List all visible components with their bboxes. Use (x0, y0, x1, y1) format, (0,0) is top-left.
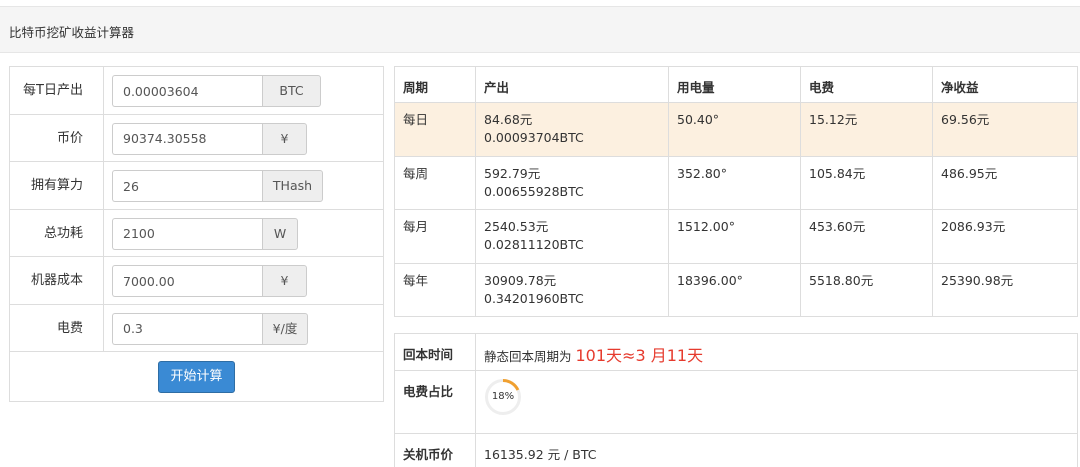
output-btc: 0.02811120BTC (484, 237, 584, 252)
power-usage-cell: 1512.00° (668, 209, 801, 264)
watt-unit-addon: W (262, 217, 298, 250)
column-header-power-usage: 用电量 (668, 66, 801, 103)
payback-label: 回本时间 (394, 333, 476, 371)
net-profit-cell: 69.56元 (932, 102, 1078, 157)
shutdown-price-row: 关机币价 16135.92 元 / BTC (394, 433, 1078, 467)
shutdown-price-label: 关机币价 (394, 433, 476, 467)
output-per-th-label: 每T日产出 (10, 67, 104, 114)
power-label: 总功耗 (10, 209, 104, 256)
fee-ratio-row: 电费占比 18% (394, 370, 1078, 434)
btc-unit-addon: BTC (262, 75, 321, 107)
period-cell: 每周 (394, 155, 476, 210)
period-cell: 每月 (394, 209, 476, 264)
summary-table: 回本时间 静态回本周期为 101天≈3 月11天 电费占比 18% 关机币价 1… (394, 333, 1078, 467)
hashrate-label: 拥有算力 (10, 162, 104, 209)
net-profit-cell: 486.95元 (932, 155, 1078, 210)
output-cell: 592.79元 0.00655928BTC (475, 155, 669, 210)
column-header-electricity-fee: 电费 (800, 66, 933, 103)
output-cell: 2540.53元 0.02811120BTC (475, 209, 669, 264)
output-btc: 0.34201960BTC (484, 290, 584, 306)
table-row: 每年 30909.78元 0.34201960BTC 18396.00° 5518… (394, 262, 1078, 317)
form-row-hashrate: 拥有算力 THash (10, 162, 383, 210)
payback-row: 回本时间 静态回本周期为 101天≈3 月11天 (394, 333, 1078, 371)
output-cny: 2540.53元 (484, 219, 549, 234)
fee-ratio-label: 电费占比 (394, 370, 476, 434)
yuan-per-kwh-unit-addon: ¥/度 (262, 312, 308, 345)
output-cell: 84.68元 0.00093704BTC (475, 102, 669, 157)
table-row: 每日 84.68元 0.00093704BTC 50.40° 15.12元 69.… (394, 102, 1078, 157)
coin-price-input[interactable] (112, 122, 262, 155)
table-row: 每周 592.79元 0.00655928BTC 352.80° 105.84元 … (394, 155, 1078, 210)
period-cell: 每日 (394, 102, 476, 157)
results-table: 周期 产出 用电量 电费 净收益 每日 84.68元 0.00093704BTC … (394, 66, 1078, 317)
power-input[interactable] (112, 217, 262, 250)
machine-cost-label: 机器成本 (10, 257, 104, 304)
form-row-electricity-price: 电费 ¥/度 (10, 304, 383, 352)
electricity-price-input[interactable] (112, 312, 262, 345)
column-header-net-profit: 净收益 (932, 66, 1078, 103)
output-cny: 30909.78元 (484, 272, 557, 288)
coin-price-label: 币价 (10, 114, 104, 161)
form-row-coin-price: 币价 ¥ (10, 114, 383, 162)
form-row-machine-cost: 机器成本 ¥ (10, 257, 383, 305)
output-cny: 84.68元 (484, 112, 533, 127)
column-header-output: 产出 (475, 66, 669, 103)
form-row-power: 总功耗 W (10, 209, 383, 257)
form-row-output-per-th: 每T日产出 BTC (10, 67, 383, 115)
fee-ratio-donut: 18% (484, 378, 522, 416)
output-btc: 0.00655928BTC (484, 183, 584, 199)
output-cell: 30909.78元 0.34201960BTC (475, 262, 669, 317)
power-usage-cell: 352.80° (668, 155, 801, 210)
output-btc: 0.00093704BTC (484, 130, 584, 145)
net-profit-cell: 25390.98元 (932, 262, 1078, 317)
results-header-row: 周期 产出 用电量 电费 净收益 (394, 66, 1078, 103)
yuan-unit-addon: ¥ (262, 122, 307, 155)
payback-prefix: 静态回本周期为 (484, 349, 572, 364)
hashrate-input[interactable] (112, 170, 262, 202)
page-header: 比特币挖矿收益计算器 (0, 6, 1080, 53)
fee-ratio-cell: 18% (475, 370, 1078, 434)
machine-cost-input[interactable] (112, 265, 262, 297)
payback-value-cell: 静态回本周期为 101天≈3 月11天 (475, 333, 1078, 371)
electricity-fee-cell: 15.12元 (800, 102, 933, 157)
start-calculate-button[interactable]: 开始计算 (158, 361, 235, 393)
net-profit-cell: 2086.93元 (932, 209, 1078, 264)
period-cell: 每年 (394, 262, 476, 317)
output-per-th-input[interactable] (112, 75, 262, 107)
page-title: 比特币挖矿收益计算器 (9, 25, 135, 40)
electricity-fee-cell: 453.60元 (800, 209, 933, 264)
power-usage-cell: 50.40° (668, 102, 801, 157)
power-usage-cell: 18396.00° (668, 262, 801, 317)
table-row: 每月 2540.53元 0.02811120BTC 1512.00° 453.60… (394, 209, 1078, 264)
column-header-period: 周期 (394, 66, 476, 103)
thash-unit-addon: THash (262, 170, 323, 202)
yuan-unit-addon: ¥ (262, 265, 307, 297)
electricity-fee-cell: 105.84元 (800, 155, 933, 210)
electricity-fee-cell: 5518.80元 (800, 262, 933, 317)
output-cny: 592.79元 (484, 165, 541, 181)
fee-ratio-percent: 18% (491, 391, 515, 402)
payback-period-value: 101天≈3 月11天 (575, 346, 704, 365)
electricity-price-label: 电费 (10, 304, 104, 351)
shutdown-price-value: 16135.92 元 / BTC (475, 433, 1078, 467)
calculator-form: 每T日产出 BTC 币价 ¥ 拥有算力 THash 总功耗 W 机器成本 ¥ 电… (9, 66, 384, 402)
